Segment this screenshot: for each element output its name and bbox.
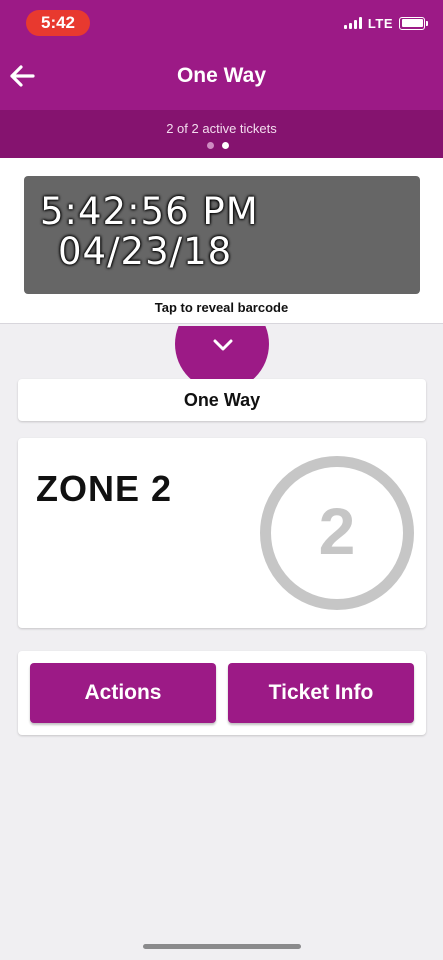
- clock-date: 04/23/18: [58, 230, 233, 273]
- ticket-count-label: 2 of 2 active tickets: [166, 121, 277, 136]
- zone-label: ZONE 2: [36, 468, 173, 509]
- ticket-screen: 5:42 LTE One Way 2 of 2 active tickets 5…: [0, 0, 443, 960]
- fare-type-card: One Way: [18, 379, 426, 421]
- pager-dot[interactable]: [207, 142, 214, 149]
- pager-dot-active[interactable]: [222, 142, 229, 149]
- zone-number: 2: [318, 494, 356, 568]
- chevron-down-icon: [213, 339, 233, 351]
- ticket-actions-card: Actions Ticket Info: [18, 651, 426, 735]
- clock-time: 5:42:56 PM: [40, 190, 259, 233]
- status-time: 5:42: [26, 10, 90, 36]
- ticket-pager[interactable]: [207, 142, 229, 149]
- zone-card: ZONE 2 2: [18, 438, 426, 628]
- page-title: One Way: [176, 64, 267, 87]
- home-indicator[interactable]: [143, 944, 301, 949]
- zone-badge: 2: [260, 456, 414, 610]
- battery-icon: [399, 16, 428, 30]
- signal-icon: [343, 17, 362, 29]
- network-label: LTE: [367, 15, 393, 31]
- reveal-barcode-link[interactable]: Tap to reveal barcode: [0, 300, 443, 315]
- ticket-info-button[interactable]: Ticket Info: [228, 663, 414, 723]
- actions-button[interactable]: Actions: [30, 663, 216, 723]
- ticket-count-bar: 2 of 2 active tickets: [0, 110, 443, 158]
- status-indicators: LTE: [343, 14, 428, 32]
- fare-type-label: One Way: [183, 390, 261, 410]
